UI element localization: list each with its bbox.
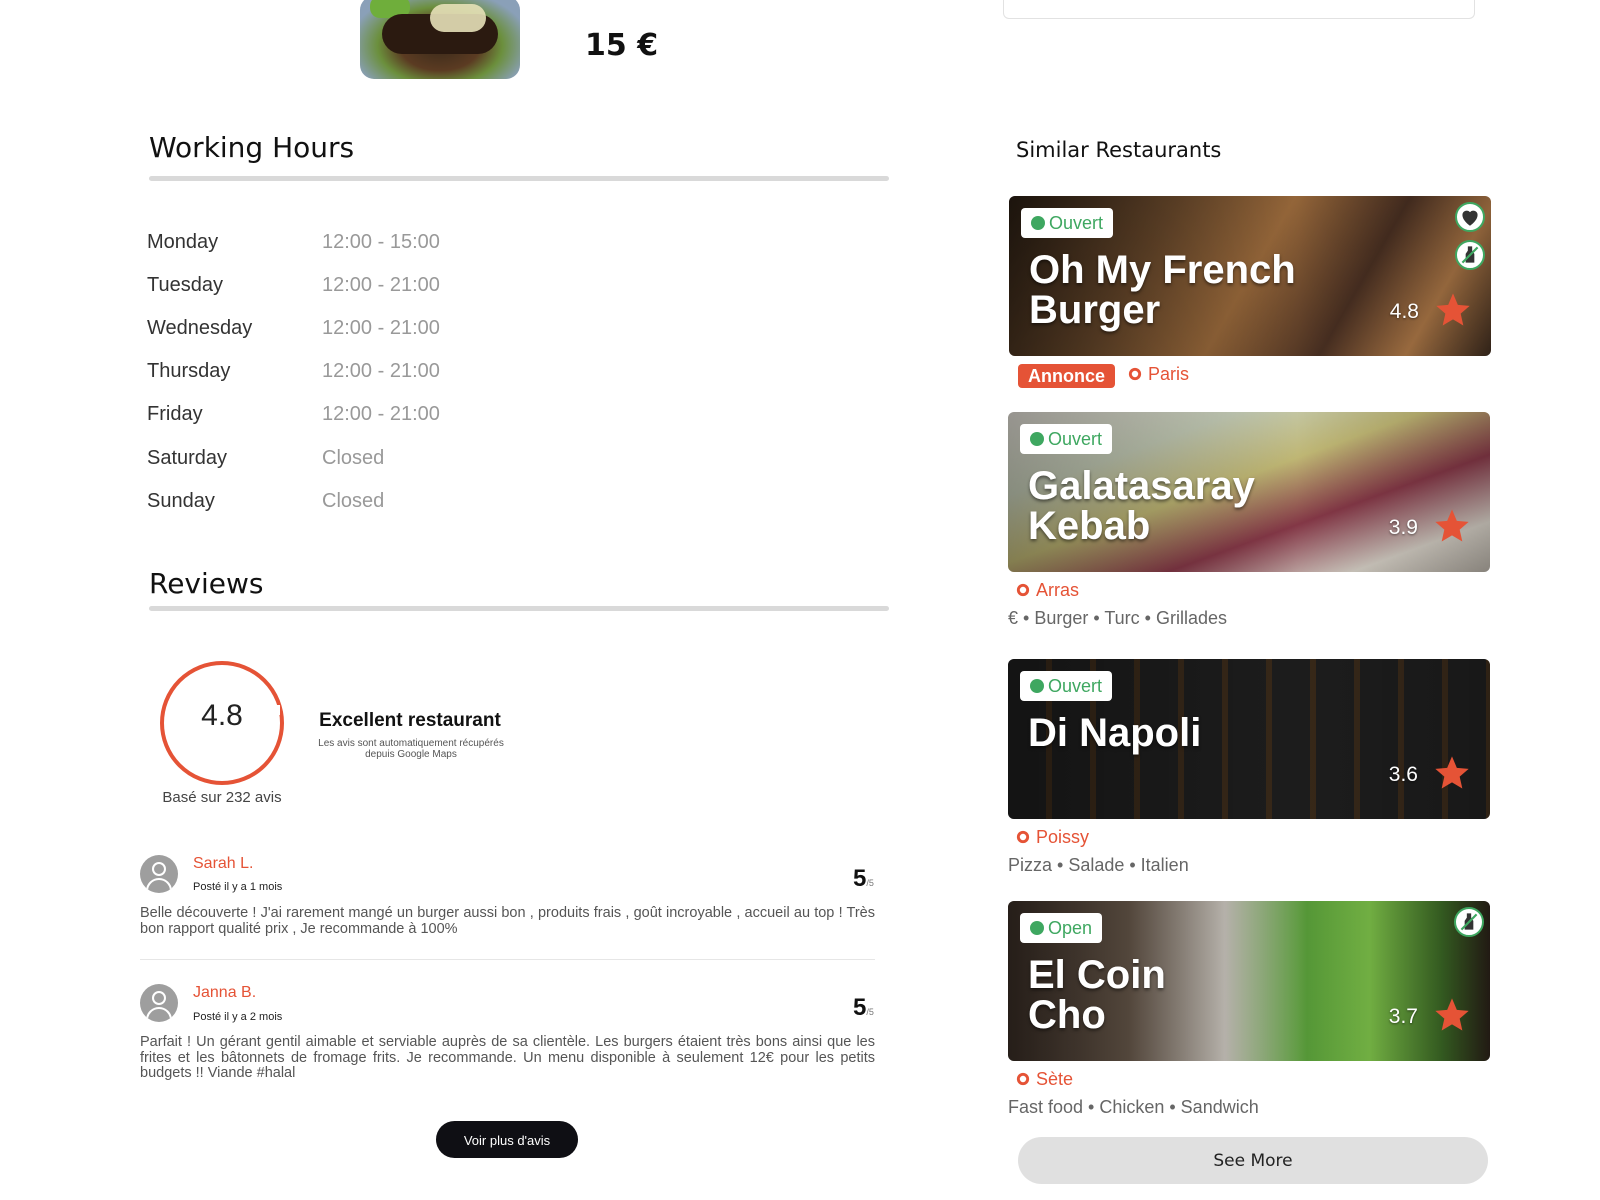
user-icon	[152, 862, 166, 876]
review-date: Posté il y a 1 mois	[193, 881, 283, 893]
hours-time: Closed	[322, 447, 385, 469]
star-icon	[1436, 293, 1470, 326]
restaurant-name: Oh My French Burger	[1029, 248, 1296, 332]
hours-row-thursday: Thursday 12:00 - 21:00	[147, 360, 547, 390]
restaurant-name: El Coin Cho	[1028, 953, 1166, 1037]
location-pin-icon	[1016, 1072, 1030, 1086]
sidebar-card-bottom-edge	[1003, 0, 1475, 19]
hours-row-wednesday: Wednesday 12:00 - 21:00	[147, 317, 547, 347]
hours-time: 12:00 - 21:00	[322, 317, 440, 339]
open-status-badge: Ouvert	[1020, 424, 1113, 454]
reviews-title: Reviews	[149, 567, 264, 600]
location-pin-icon	[1128, 367, 1142, 381]
hours-time: 12:00 - 21:00	[322, 403, 440, 425]
working-hours-divider	[149, 176, 889, 181]
restaurant-card-el-coin-cho[interactable]: Open El Coin Cho 3.7	[1008, 901, 1490, 1061]
open-status-badge: Ouvert	[1021, 208, 1114, 238]
star-icon	[1435, 998, 1469, 1031]
hours-row-friday: Friday 12:00 - 21:00	[147, 403, 547, 433]
product-image	[360, 0, 520, 79]
hours-time: Closed	[322, 490, 385, 512]
reviewer-name: Janna B.	[193, 984, 257, 1001]
star-icon	[1435, 509, 1469, 542]
review-separator	[140, 959, 875, 960]
restaurant-tags: Pizza • Salade • Italien	[1008, 855, 1189, 875]
hours-day: Friday	[147, 403, 203, 425]
hours-time: 12:00 - 21:00	[322, 274, 440, 296]
similar-restaurants-title: Similar Restaurants	[1016, 138, 1222, 162]
see-more-button[interactable]: See More	[1018, 1137, 1488, 1184]
restaurant-rating: 3.9	[1388, 516, 1418, 539]
review-score-value: 5	[853, 994, 867, 1021]
no-alcohol-icon	[1454, 907, 1484, 937]
location-pin-icon	[1016, 583, 1030, 597]
hours-time: 12:00 - 21:00	[322, 360, 440, 382]
reviews-source-note: Les avis sont automatiquement récupérés …	[318, 738, 504, 760]
review-score-scale: /5	[866, 1007, 874, 1017]
restaurant-card-galatasaray-kebab[interactable]: Ouvert Galatasaray Kebab 3.9	[1008, 412, 1490, 572]
restaurant-location: Sète	[1016, 1069, 1073, 1090]
hours-row-tuesday: Tuesday 12:00 - 21:00	[147, 274, 547, 304]
more-reviews-button[interactable]: Voir plus d'avis	[436, 1121, 578, 1158]
working-hours-title: Working Hours	[149, 131, 355, 164]
no-alcohol-icon	[1455, 240, 1485, 270]
hours-day: Wednesday	[147, 317, 253, 339]
restaurant-tags: € • Burger • Turc • Grillades	[1008, 608, 1227, 628]
restaurant-rating: 3.7	[1388, 1005, 1418, 1028]
hours-row-monday: Monday 12:00 - 15:00	[147, 231, 547, 261]
favorite-heart-icon[interactable]	[1455, 202, 1485, 232]
restaurant-rating: 4.8	[1389, 300, 1419, 323]
product-price: 15 €	[585, 28, 659, 63]
hours-day: Sunday	[147, 490, 215, 512]
ad-badge: Annonce	[1018, 364, 1116, 388]
hours-day: Monday	[147, 231, 219, 253]
review-text: Parfait ! Un gérant gentil aimable et se…	[140, 1034, 875, 1081]
restaurant-card-oh-my-french-burger[interactable]: Ouvert Oh My French Burger 4.8	[1009, 196, 1491, 356]
hours-day: Saturday	[147, 447, 228, 469]
rating-headline: Excellent restaurant	[319, 710, 501, 731]
restaurant-name: Di Napoli	[1028, 711, 1202, 755]
review-count: Basé sur 232 avis	[162, 789, 282, 806]
reviews-divider	[149, 606, 889, 611]
overall-rating: 4.8	[201, 699, 243, 732]
restaurant-rating: 3.6	[1388, 763, 1418, 786]
review-score: 5/5	[853, 994, 874, 1022]
user-icon	[152, 991, 166, 1005]
review-score-value: 5	[853, 865, 867, 892]
review-date: Posté il y a 2 mois	[193, 1011, 283, 1023]
hours-day: Thursday	[147, 360, 231, 382]
restaurant-name: Galatasaray Kebab	[1028, 464, 1255, 548]
restaurant-location: Paris	[1128, 364, 1189, 385]
hours-row-sunday: Sunday Closed	[147, 490, 547, 520]
open-status-badge: Open	[1020, 913, 1103, 943]
restaurant-location: Poissy	[1016, 827, 1089, 848]
restaurant-tags: Fast food • Chicken • Sandwich	[1008, 1097, 1259, 1117]
location-pin-icon	[1016, 830, 1030, 844]
restaurant-location: Arras	[1016, 580, 1079, 601]
avatar	[140, 984, 178, 1022]
reviewer-name: Sarah L.	[193, 855, 254, 872]
review-score: 5/5	[853, 865, 874, 893]
star-icon	[1435, 756, 1469, 789]
review-score-scale: /5	[866, 878, 874, 888]
open-status-badge: Ouvert	[1020, 671, 1113, 701]
avatar	[140, 855, 178, 893]
hours-time: 12:00 - 15:00	[322, 231, 440, 253]
hours-row-saturday: Saturday Closed	[147, 447, 547, 477]
review-text: Belle découverte ! J'ai rarement mangé u…	[140, 905, 875, 937]
restaurant-card-di-napoli[interactable]: Ouvert Di Napoli 3.6	[1008, 659, 1490, 819]
hours-day: Tuesday	[147, 274, 223, 296]
